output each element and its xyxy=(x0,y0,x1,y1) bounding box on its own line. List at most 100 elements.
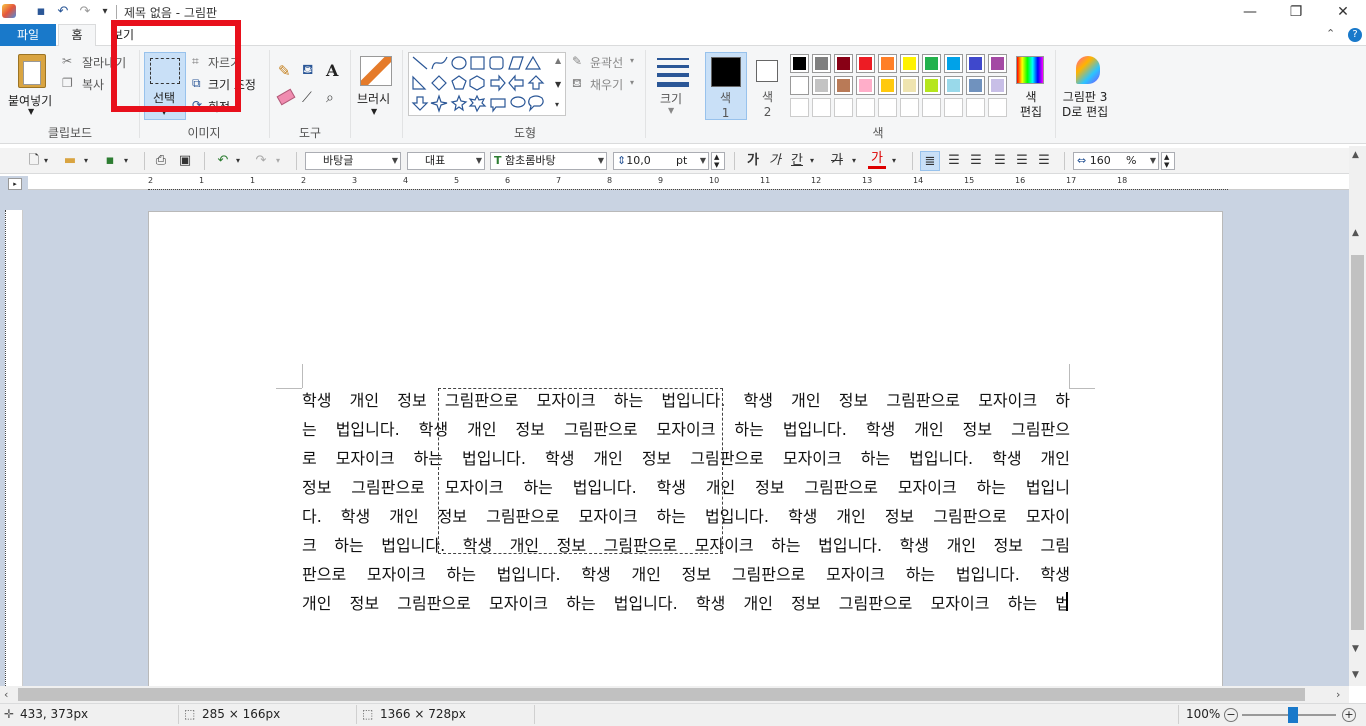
scroll-down-icon[interactable]: ▼ xyxy=(1352,644,1359,654)
ruler-corner-button[interactable]: ▸ xyxy=(8,178,22,190)
horizontal-scroll-thumb[interactable] xyxy=(18,688,1305,701)
color-swatch[interactable] xyxy=(834,76,853,95)
shapes-scroll-down-icon[interactable]: ▼ xyxy=(555,80,561,89)
scroll-up-icon[interactable]: ▲ xyxy=(1352,228,1359,238)
help-icon[interactable]: ? xyxy=(1348,28,1362,42)
empty-color-swatch[interactable] xyxy=(922,98,941,117)
color-swatch[interactable] xyxy=(922,54,941,73)
paint3d-button[interactable]: 그림판 3 D로 편집 xyxy=(1060,52,1116,120)
color-picker-icon[interactable]: ⟋ xyxy=(302,90,312,106)
selection-rectangle[interactable] xyxy=(438,388,723,554)
empty-color-swatch[interactable] xyxy=(834,98,853,117)
align-divide-icon[interactable]: ☰ xyxy=(1034,151,1054,171)
color-swatch[interactable] xyxy=(900,54,919,73)
zoom-spinner[interactable]: ▲ ▼ xyxy=(1161,152,1175,170)
font-size-combo[interactable]: ⇕10,0 pt ▼ xyxy=(613,152,709,170)
close-button[interactable]: ✕ xyxy=(1320,0,1366,24)
undo-format-dropdown-icon[interactable]: ▾ xyxy=(234,151,242,171)
bold-button[interactable]: 가 xyxy=(744,151,762,171)
zoom-slider-thumb[interactable] xyxy=(1288,707,1298,723)
empty-color-swatch[interactable] xyxy=(856,98,875,117)
font-size-spinner[interactable]: ▲ ▼ xyxy=(711,152,725,170)
empty-color-swatch[interactable] xyxy=(790,98,809,117)
text-icon[interactable]: A xyxy=(326,61,338,80)
scroll-down-icon[interactable]: ▼ xyxy=(1352,670,1359,680)
zoom-out-button[interactable]: − xyxy=(1224,708,1238,722)
strike-dropdown-icon[interactable]: ▾ xyxy=(850,151,858,171)
scroll-up-icon[interactable]: ▲ xyxy=(1352,150,1359,160)
font-color-dropdown-icon[interactable]: ▾ xyxy=(890,151,898,171)
shapes-gallery[interactable] xyxy=(408,52,566,116)
fill-bucket-icon[interactable]: ⛾ xyxy=(302,62,313,80)
color-swatch[interactable] xyxy=(812,76,831,95)
save-dropdown-icon[interactable]: ▾ xyxy=(122,151,130,171)
empty-color-swatch[interactable] xyxy=(878,98,897,117)
print-icon[interactable]: ⎙ xyxy=(152,151,170,171)
save-doc-icon[interactable]: ▪ xyxy=(102,151,118,171)
empty-color-swatch[interactable] xyxy=(966,98,985,117)
font-language-combo[interactable]: 바탕글 ▼ xyxy=(305,152,401,170)
color-swatch[interactable] xyxy=(878,76,897,95)
align-distribute-icon[interactable]: ☰ xyxy=(1012,151,1032,171)
zoom-in-button[interactable]: + xyxy=(1342,708,1356,722)
align-left-icon[interactable]: ☰ xyxy=(944,151,964,171)
italic-button[interactable]: 가 xyxy=(766,151,784,171)
brushes-button[interactable]: 브러시 ▼ xyxy=(355,52,397,120)
color1-button[interactable]: 색 1 xyxy=(705,52,747,120)
minimize-button[interactable]: — xyxy=(1227,0,1273,24)
pencil-icon[interactable]: ✎ xyxy=(278,62,291,80)
collapse-ribbon-icon[interactable]: ⌃ xyxy=(1326,27,1335,40)
shapes-more-icon[interactable]: ▾ xyxy=(555,100,559,109)
align-center-icon[interactable]: ☰ xyxy=(966,151,986,171)
color-swatch[interactable] xyxy=(988,54,1007,73)
color-swatch[interactable] xyxy=(856,54,875,73)
color-swatch[interactable] xyxy=(944,76,963,95)
open-folder-icon[interactable]: ▬ xyxy=(62,151,78,171)
customize-qa-icon[interactable]: ▾ xyxy=(96,3,114,21)
color-swatch[interactable] xyxy=(988,76,1007,95)
color2-button[interactable]: 색 2 xyxy=(752,52,784,120)
scroll-left-icon[interactable]: ‹ xyxy=(4,688,8,701)
tab-home[interactable]: 홈 xyxy=(58,24,96,47)
scroll-right-icon[interactable]: › xyxy=(1336,688,1340,701)
save-icon[interactable]: ▪ xyxy=(32,3,50,21)
color-swatch[interactable] xyxy=(790,54,809,73)
color-swatch[interactable] xyxy=(878,54,897,73)
color-swatch[interactable] xyxy=(790,76,809,95)
color-swatch[interactable] xyxy=(966,54,985,73)
maximize-button[interactable]: ❐ xyxy=(1273,0,1319,24)
open-dropdown-icon[interactable]: ▾ xyxy=(82,151,90,171)
paint-app-icon[interactable] xyxy=(2,4,16,18)
zoom-combo[interactable]: ⇔ 160% ▼ xyxy=(1073,152,1159,170)
empty-color-swatch[interactable] xyxy=(944,98,963,117)
align-justify-icon[interactable]: ≣ xyxy=(920,151,940,171)
magnifier-icon[interactable]: ⌕ xyxy=(326,90,334,106)
new-dropdown-icon[interactable]: ▾ xyxy=(42,151,50,171)
font-combo[interactable]: T 함초롬바탕 ▼ xyxy=(490,152,607,170)
color-swatch[interactable] xyxy=(966,76,985,95)
shapes-scroll-up-icon[interactable]: ▲ xyxy=(555,56,561,65)
font-color-button[interactable]: 가 xyxy=(868,151,886,169)
edit-colors-button[interactable]: 색 편집 xyxy=(1012,52,1048,120)
undo-icon[interactable]: ↶ xyxy=(54,3,72,21)
tab-file[interactable]: 파일 xyxy=(0,24,56,46)
empty-color-swatch[interactable] xyxy=(812,98,831,117)
empty-color-swatch[interactable] xyxy=(988,98,1007,117)
paste-button[interactable]: 붙여넣기 ▼ xyxy=(6,52,58,118)
undo-format-icon[interactable]: ↶ xyxy=(214,151,232,171)
color-swatch[interactable] xyxy=(812,54,831,73)
new-doc-icon[interactable]: 🗋 xyxy=(26,151,42,171)
color-swatch[interactable] xyxy=(922,76,941,95)
color-swatch[interactable] xyxy=(900,76,919,95)
preview-icon[interactable]: ▣ xyxy=(176,151,194,171)
style-combo[interactable]: 대표 ▼ xyxy=(407,152,485,170)
underline-dropdown-icon[interactable]: ▾ xyxy=(808,151,816,171)
color-swatch[interactable] xyxy=(834,54,853,73)
size-button[interactable]: 크기 ▼ xyxy=(652,52,694,118)
vertical-scroll-thumb[interactable] xyxy=(1351,255,1364,630)
align-right-icon[interactable]: ☰ xyxy=(990,151,1010,171)
color-swatch[interactable] xyxy=(856,76,875,95)
underline-button[interactable]: 간 xyxy=(788,151,806,171)
color-swatch[interactable] xyxy=(944,54,963,73)
redo-icon[interactable]: ↷ xyxy=(76,3,94,21)
